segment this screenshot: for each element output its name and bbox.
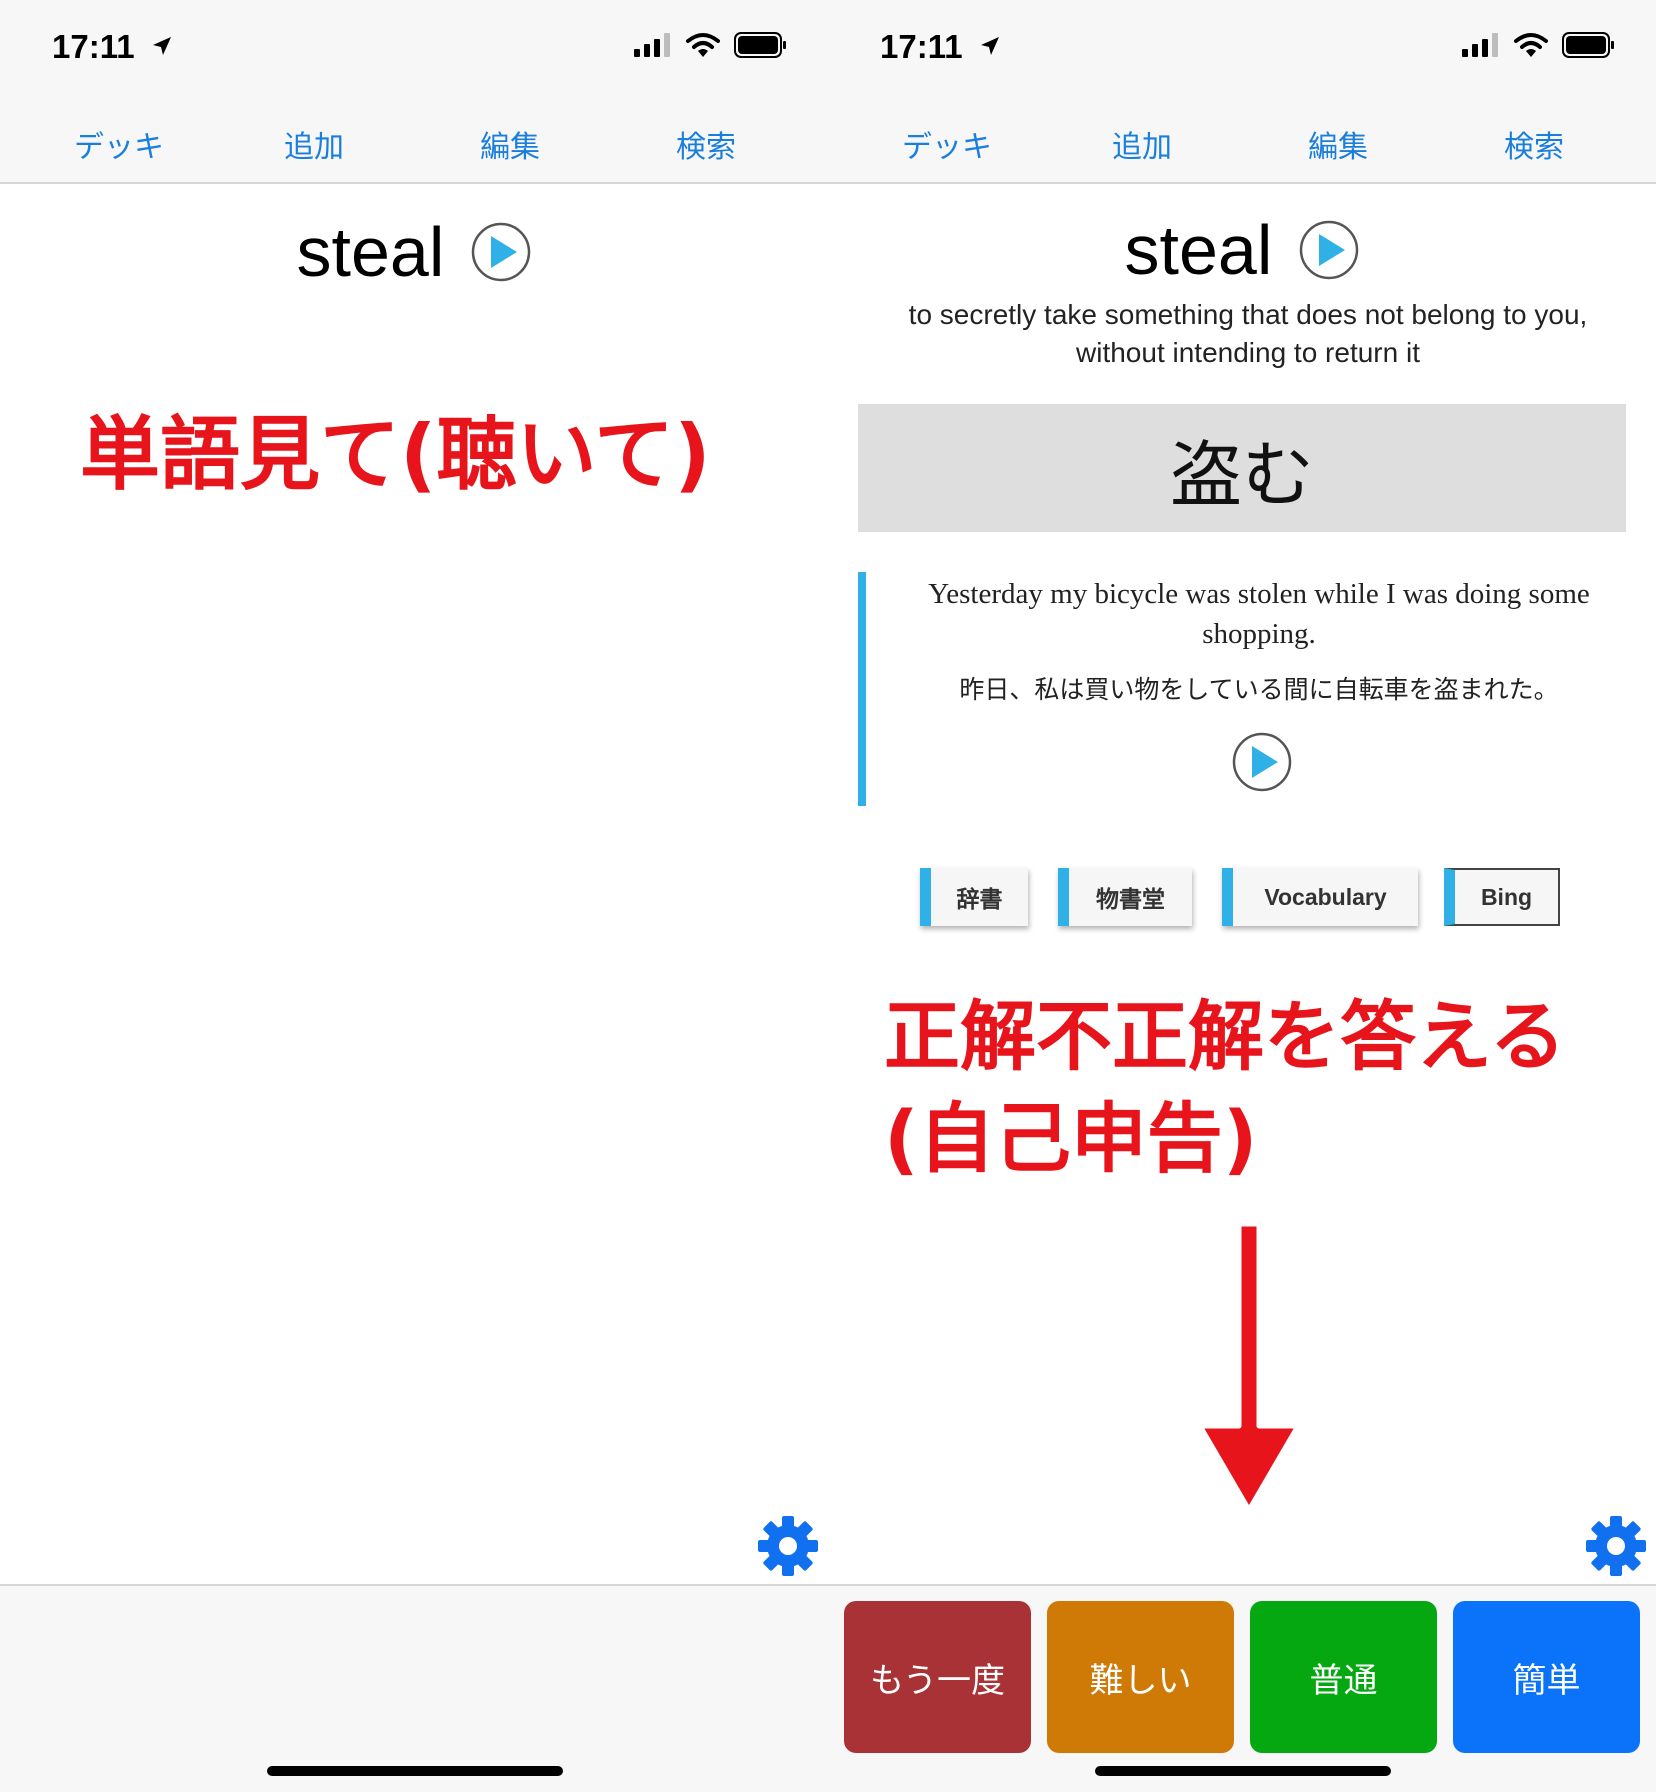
link-button-bing[interactable]: Bing — [1444, 868, 1560, 926]
play-icon[interactable] — [1232, 732, 1292, 792]
link-button-monokakido[interactable]: 物書堂 — [1058, 868, 1192, 926]
phone-screen-answer: 17:11 デッキ 追加 編集 検索 steal to secretly tak… — [828, 0, 1656, 1792]
home-indicator — [267, 1766, 563, 1776]
nav-add[interactable]: 追加 — [1112, 122, 1172, 166]
grade-easy-label: 簡単 — [1512, 1660, 1581, 1701]
nav-search[interactable]: 検索 — [1504, 122, 1564, 166]
wifi-icon — [686, 33, 720, 57]
bottom-bar — [0, 1584, 828, 1792]
grade-good-label: 普通 — [1309, 1660, 1378, 1701]
example-english: Yesterday my bicycle was stolen while I … — [928, 578, 1590, 650]
status-bar: 17:11 — [828, 0, 1656, 100]
play-icon[interactable] — [1299, 220, 1359, 280]
answer-text: 盗む — [1169, 432, 1314, 517]
grade-easy-button[interactable]: 簡単 — [1453, 1601, 1640, 1753]
location-arrow-icon — [980, 37, 999, 55]
definition: to secretly take something that does not… — [868, 296, 1628, 372]
word-row: steal — [0, 212, 828, 292]
gear-icon[interactable] — [756, 1514, 820, 1578]
home-indicator — [1095, 1766, 1391, 1776]
example-block: Yesterday my bicycle was stolen while I … — [858, 572, 1638, 806]
status-icons — [634, 32, 788, 58]
annotation-right-line-1: 正解不正解を答える — [884, 992, 1566, 1081]
link-button-vocabulary[interactable]: Vocabulary — [1222, 868, 1418, 926]
status-time-text: 17:11 — [880, 28, 963, 65]
status-time-text: 17:11 — [52, 28, 135, 65]
status-time: 17:11 — [52, 28, 174, 66]
annotation-right: 正解不正解を答える (自己申告) — [884, 986, 1566, 1190]
down-arrow-icon — [1197, 1222, 1301, 1513]
nav-add[interactable]: 追加 — [284, 122, 344, 166]
grade-again-button[interactable]: もう一度 — [844, 1601, 1031, 1753]
word-text: steal — [296, 213, 445, 291]
definition-line-1: to secretly take something that does not… — [908, 299, 1588, 330]
top-nav: デッキ 追加 編集 検索 — [828, 100, 1656, 184]
word-text: steal — [1124, 211, 1273, 289]
nav-edit[interactable]: 編集 — [480, 122, 540, 166]
gear-icon[interactable] — [1584, 1514, 1648, 1578]
annotation-right-line-2: (自己申告) — [884, 1094, 1258, 1183]
top-nav: デッキ 追加 編集 検索 — [0, 100, 828, 184]
status-icons — [1462, 32, 1616, 58]
nav-deck[interactable]: デッキ — [902, 122, 992, 166]
word-row: steal — [828, 210, 1656, 290]
phone-screen-question: 17:11 デッキ 追加 編集 検索 steal 単語見て(聴いて) — [0, 0, 828, 1792]
status-time: 17:11 — [880, 28, 1002, 66]
battery-icon — [1562, 32, 1614, 58]
status-bar: 17:11 — [0, 0, 828, 100]
nav-deck[interactable]: デッキ — [74, 122, 164, 166]
definition-line-2: without intending to return it — [1076, 337, 1420, 368]
signal-icon — [634, 33, 670, 57]
bottom-bar: もう一度 難しい 普通 簡単 — [828, 1584, 1656, 1792]
grade-hard-button[interactable]: 難しい — [1047, 1601, 1234, 1753]
grade-again-label: もう一度 — [870, 1660, 1005, 1701]
nav-search[interactable]: 検索 — [676, 122, 736, 166]
signal-icon — [1462, 33, 1498, 57]
wifi-icon — [1514, 33, 1548, 57]
play-icon[interactable] — [471, 222, 531, 282]
annotation-left: 単語見て(聴いて) — [80, 408, 711, 501]
answer-box: 盗む — [858, 404, 1626, 532]
grade-good-button[interactable]: 普通 — [1250, 1601, 1437, 1753]
location-arrow-icon — [152, 37, 171, 55]
link-button-jisho[interactable]: 辞書 — [920, 868, 1028, 926]
example-japanese: 昨日、私は買い物をしている間に自転車を盗まれた。 — [959, 675, 1559, 704]
battery-icon — [734, 32, 786, 58]
nav-edit[interactable]: 編集 — [1308, 122, 1368, 166]
grade-hard-label: 難しい — [1089, 1660, 1192, 1701]
